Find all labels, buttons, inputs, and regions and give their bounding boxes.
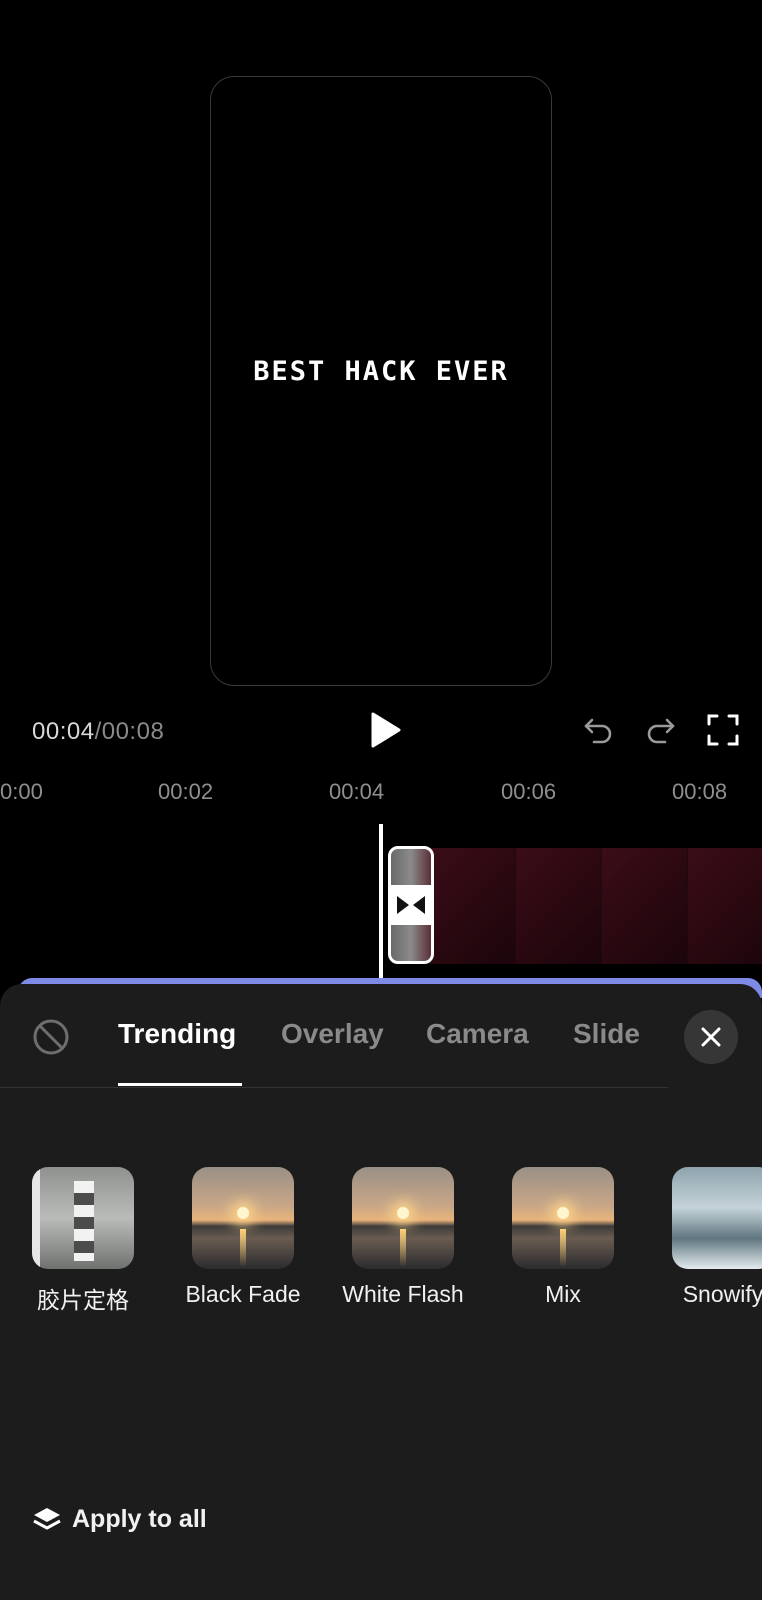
apply-to-all-button[interactable]: Apply to all bbox=[32, 1505, 207, 1534]
effect-item[interactable]: White Flash bbox=[328, 1167, 478, 1308]
total-time: 00:08 bbox=[101, 718, 165, 745]
effect-thumbnail bbox=[192, 1167, 294, 1269]
effect-label: White Flash bbox=[342, 1281, 464, 1307]
effect-label: Snowify bbox=[682, 1281, 762, 1307]
effect-label: Black Fade bbox=[185, 1281, 301, 1307]
effect-label: Mix bbox=[545, 1281, 581, 1307]
ruler-tick: 00:02 bbox=[158, 779, 214, 804]
timecode: 00:04/00:08 bbox=[32, 718, 164, 746]
undo-icon[interactable] bbox=[580, 712, 616, 748]
effect-thumbnail bbox=[32, 1167, 134, 1269]
lighthouse bbox=[74, 1181, 94, 1261]
transition-handle[interactable] bbox=[388, 846, 434, 964]
video-preview[interactable]: BEST HACK EVER bbox=[210, 76, 552, 686]
ruler-tick: 00:04 bbox=[329, 779, 385, 804]
clip-frame bbox=[688, 848, 762, 964]
close-button[interactable] bbox=[684, 1010, 738, 1064]
tabs-divider bbox=[0, 1087, 668, 1088]
ruler-tick: 0:00 bbox=[0, 779, 43, 804]
effect-thumbnail bbox=[672, 1167, 762, 1269]
effect-item[interactable]: Mix bbox=[488, 1167, 638, 1308]
effect-item[interactable]: 胶片定格 bbox=[8, 1167, 158, 1315]
effects-list: 胶片定格 Black Fade White Flash Mix Snowify bbox=[0, 1167, 762, 1317]
tab-camera[interactable]: Camera bbox=[426, 1018, 529, 1050]
apply-to-all-label: Apply to all bbox=[72, 1505, 207, 1533]
fullscreen-icon[interactable] bbox=[705, 712, 741, 748]
video-clip[interactable] bbox=[430, 848, 762, 964]
tab-overlay[interactable]: Overlay bbox=[281, 1018, 384, 1050]
effect-item[interactable]: Black Fade bbox=[168, 1167, 318, 1308]
ruler-tick: 00:08 bbox=[672, 779, 728, 804]
sun bbox=[397, 1207, 409, 1219]
effect-item[interactable]: Snowify bbox=[648, 1167, 762, 1308]
play-icon[interactable] bbox=[364, 710, 404, 750]
effect-thumbnail bbox=[512, 1167, 614, 1269]
clip-frame bbox=[430, 848, 516, 964]
effect-label: 胶片定格 bbox=[37, 1287, 129, 1313]
film-strip bbox=[32, 1167, 40, 1269]
clip-frame bbox=[516, 848, 602, 964]
close-icon bbox=[701, 1027, 721, 1047]
effect-thumbnail bbox=[352, 1167, 454, 1269]
active-tab-indicator bbox=[118, 1083, 242, 1086]
ruler-tick: 00:06 bbox=[501, 779, 557, 804]
sun-reflection bbox=[240, 1229, 246, 1267]
clip-frame bbox=[602, 848, 688, 964]
redo-icon[interactable] bbox=[643, 712, 679, 748]
transition-bowtie-icon bbox=[391, 885, 431, 925]
layers-icon bbox=[33, 1507, 61, 1529]
sun-reflection bbox=[400, 1229, 406, 1267]
tab-trending[interactable]: Trending bbox=[118, 1018, 236, 1050]
preview-overlay-text: BEST HACK EVER bbox=[253, 355, 509, 387]
sun bbox=[237, 1207, 249, 1219]
current-time: 00:04 bbox=[32, 718, 95, 745]
tab-slide[interactable]: Slide bbox=[573, 1018, 640, 1050]
time-ruler: 0:00 00:02 00:04 00:06 00:08 bbox=[0, 779, 762, 809]
sun-reflection bbox=[560, 1229, 566, 1267]
time-separator: / bbox=[94, 718, 102, 745]
sun bbox=[557, 1207, 569, 1219]
playhead[interactable] bbox=[379, 824, 383, 986]
transition-tabs: Trending Overlay Camera Slide bbox=[0, 1018, 680, 1068]
